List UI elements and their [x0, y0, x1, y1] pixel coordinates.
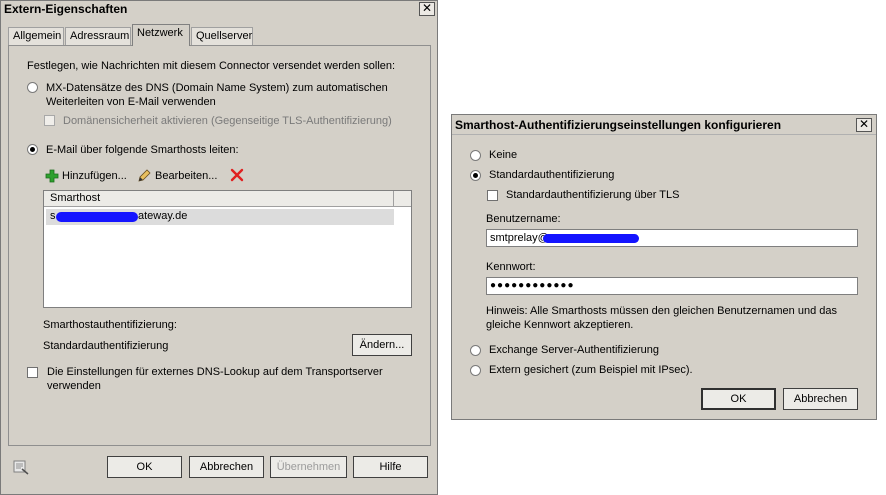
smarthost-list[interactable]: Smarthost s ateway.de [43, 190, 412, 308]
tab-adressraum[interactable]: Adressraum [65, 27, 131, 45]
dns-lookup-label[interactable]: Die Einstellungen für externes DNS-Looku… [47, 366, 383, 378]
hint-text-line2: gleiche Kennwort akzeptieren. [486, 319, 634, 331]
username-redaction-mark [543, 234, 639, 243]
change-button[interactable]: Ändern... [352, 334, 412, 356]
auth-label: Smarthostauthentifizierung: [43, 319, 177, 331]
delete-icon[interactable] [230, 168, 244, 182]
cancel-button[interactable]: Abbrechen [189, 456, 264, 478]
list-header[interactable]: Smarthost [44, 191, 394, 207]
apply-button: Übernehmen [270, 456, 347, 478]
list-item[interactable]: s ateway.de [46, 209, 394, 225]
redaction-mark [56, 212, 138, 222]
help-button[interactable]: Hilfe [353, 456, 428, 478]
auth-none-radio[interactable] [470, 150, 481, 161]
close-icon[interactable]: ✕ [419, 2, 435, 16]
list-item-prefix: s [50, 210, 56, 222]
domain-security-label: Domänensicherheit aktivieren (Gegenseiti… [63, 115, 392, 127]
mx-radio[interactable] [27, 82, 38, 93]
column-header-smarthost: Smarthost [50, 192, 101, 204]
ok-button[interactable]: OK [107, 456, 182, 478]
basic-tls-checkbox[interactable] [487, 190, 498, 201]
smarthost-option-label[interactable]: E-Mail über folgende Smarthosts leiten: [46, 144, 239, 156]
auth-basic-radio[interactable] [470, 170, 481, 181]
smarthost-radio[interactable] [27, 144, 38, 155]
edit-pencil-icon[interactable] [137, 168, 152, 183]
basic-tls-label[interactable]: Standardauthentifizierung über TLS [506, 189, 679, 201]
edit-button[interactable]: Bearbeiten... [155, 170, 217, 182]
password-field[interactable]: ●●●●●●●●●●●● [486, 277, 858, 295]
mx-option-label[interactable]: MX-Datensätze des DNS (Domain Name Syste… [46, 82, 388, 94]
add-icon[interactable] [45, 169, 59, 183]
auth-cancel-button[interactable]: Abbrechen [783, 388, 858, 410]
tab-allgemein[interactable]: Allgemein [8, 27, 64, 45]
auth-basic-label[interactable]: Standardauthentifizierung [489, 169, 614, 181]
dialog-title: Extern-Eigenschaften [4, 2, 128, 16]
tab-quellserver[interactable]: Quellserver [191, 27, 253, 45]
list-header-filler [394, 191, 411, 207]
domain-security-checkbox [44, 115, 55, 126]
auth-none-label[interactable]: Keine [489, 149, 517, 161]
password-label: Kennwort: [486, 261, 536, 273]
auth-dialog-close-icon[interactable]: ✕ [856, 118, 872, 132]
auth-external-radio[interactable] [470, 365, 481, 376]
dns-lookup-checkbox[interactable] [27, 367, 38, 378]
password-value: ●●●●●●●●●●●● [490, 280, 575, 291]
intro-text: Festlegen, wie Nachrichten mit diesem Co… [27, 60, 396, 72]
auth-external-label[interactable]: Extern gesichert (zum Beispiel mit IPsec… [489, 364, 693, 376]
auth-exchange-radio[interactable] [470, 345, 481, 356]
add-button[interactable]: Hinzufügen... [62, 170, 127, 182]
tab-panel: Festlegen, wie Nachrichten mit diesem Co… [8, 45, 431, 446]
username-label: Benutzername: [486, 213, 561, 225]
auth-dialog-title: Smarthost-Authentifizierungseinstellunge… [452, 115, 876, 135]
dns-lookup-label-line2: verwenden [47, 380, 101, 392]
smarthost-auth-dialog: Smarthost-Authentifizierungseinstellunge… [451, 114, 877, 420]
hint-text: Hinweis: Alle Smarthosts müssen den glei… [486, 305, 837, 317]
list-item-suffix: ateway.de [138, 210, 188, 222]
username-field[interactable]: smtprelay@ [486, 229, 858, 247]
username-value: smtprelay@ [490, 232, 549, 244]
auth-exchange-label[interactable]: Exchange Server-Authentifizierung [489, 344, 659, 356]
extern-properties-dialog: Extern-Eigenschaften ✕ Allgemein Adressr… [0, 0, 438, 495]
auth-ok-button[interactable]: OK [701, 388, 776, 410]
properties-icon [13, 460, 30, 475]
mx-option-label-line2: Weiterleiten von E-Mail verwenden [46, 96, 216, 108]
auth-value: Standardauthentifizierung [43, 340, 169, 352]
tab-netzwerk[interactable]: Netzwerk [132, 24, 190, 46]
